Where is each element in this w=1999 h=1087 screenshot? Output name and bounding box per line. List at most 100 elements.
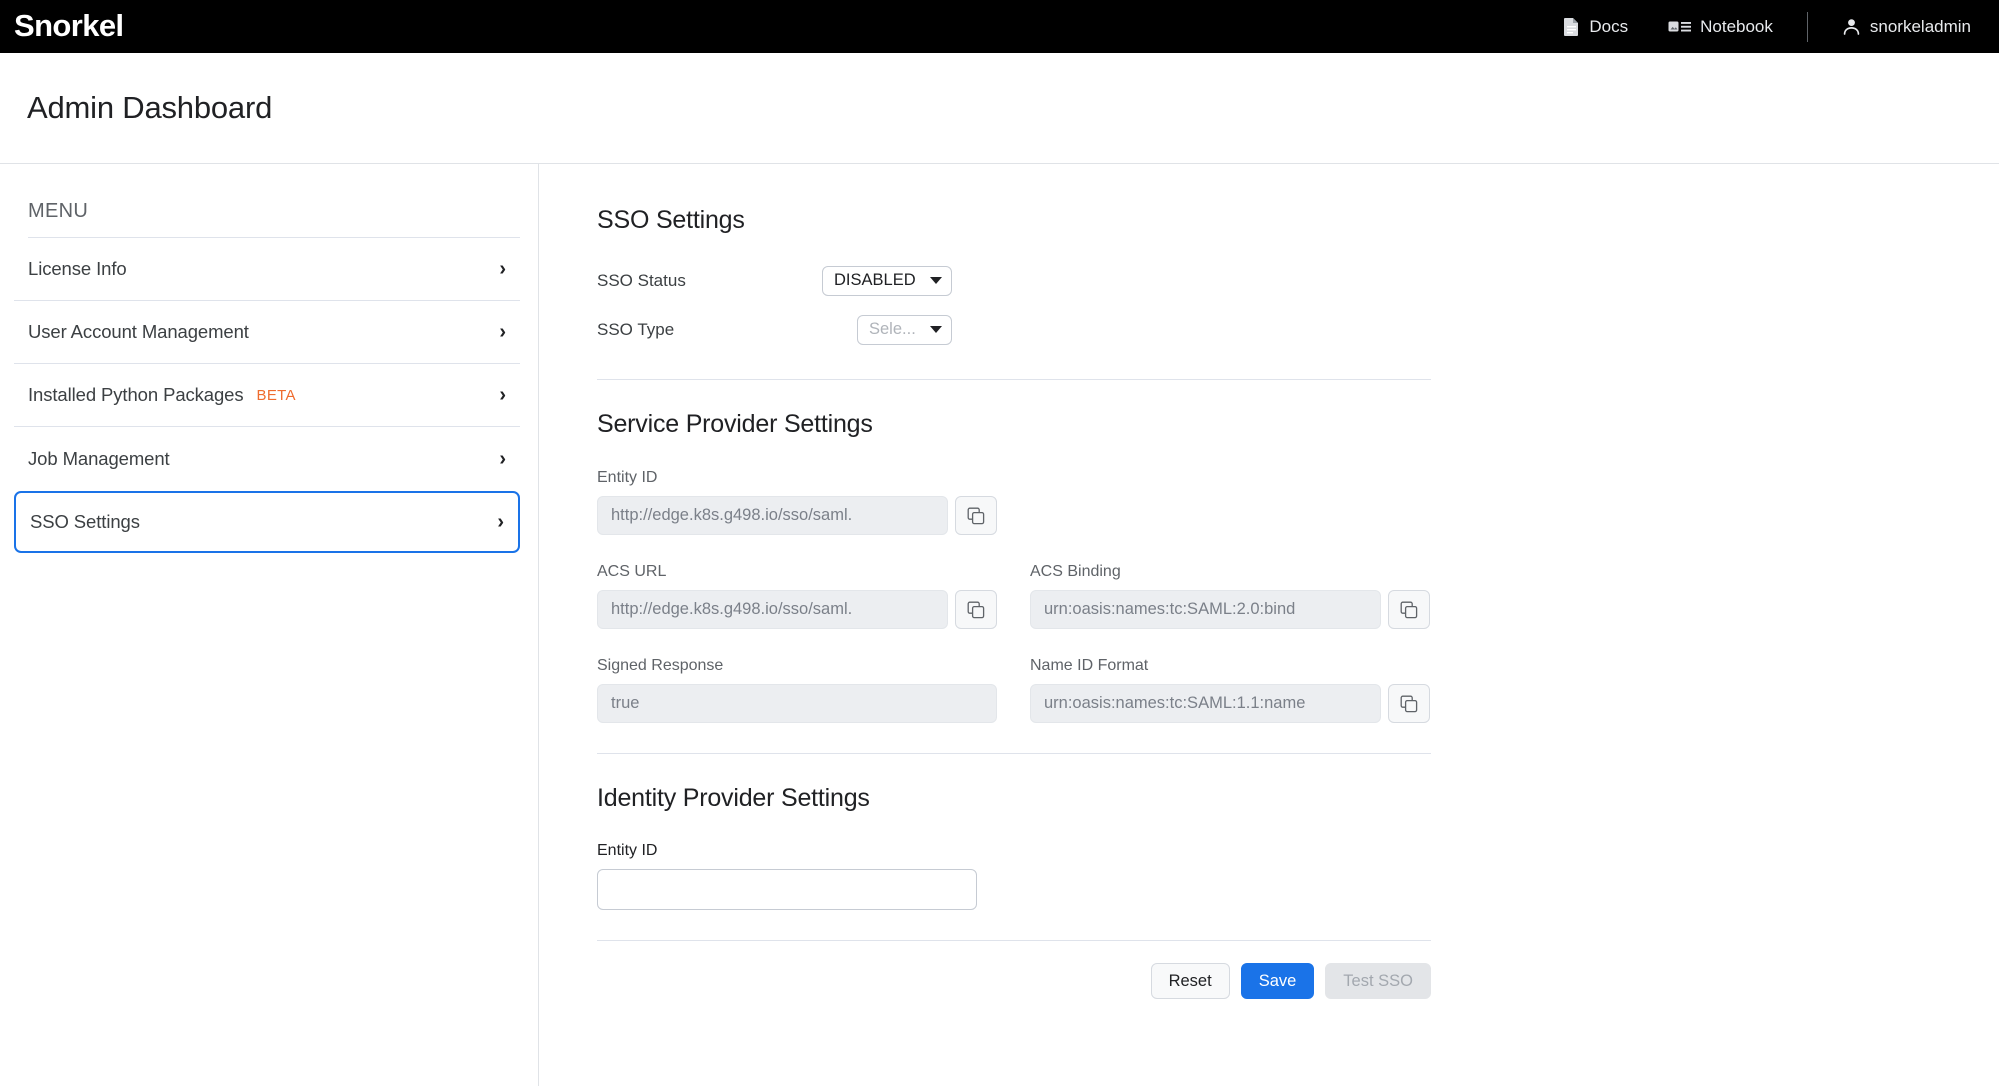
sp-acs-row: ACS URL http://edge.k8s.g498.io/sso/saml… xyxy=(597,563,1431,629)
nav-item-notebook[interactable]: Notebook xyxy=(1648,17,1793,37)
chevron-right-icon: › xyxy=(499,447,506,470)
settings-column: SSO Settings SSO Status DISABLED SSO Typ… xyxy=(597,206,1431,999)
section-divider-1 xyxy=(597,379,1431,380)
reset-button[interactable]: Reset xyxy=(1150,963,1230,999)
sp-signed-response-field: Signed Response true xyxy=(597,657,997,723)
sidebar-item-label: License Info xyxy=(28,258,127,279)
service-provider-settings-heading: Service Provider Settings xyxy=(597,410,873,438)
sp-acs-binding-field: ACS Binding urn:oasis:names:tc:SAML:2.0:… xyxy=(1030,563,1430,629)
beta-badge: BETA xyxy=(256,386,296,404)
sp-name-id-format-input[interactable]: urn:oasis:names:tc:SAML:1.1:name xyxy=(1030,684,1381,723)
nav-item-docs[interactable]: Docs xyxy=(1543,17,1648,37)
sso-status-label: SSO Status xyxy=(597,270,686,290)
sp-entity-id-label: Entity ID xyxy=(597,469,658,486)
save-button[interactable]: Save xyxy=(1240,963,1315,999)
idp-entity-id-label: Entity ID xyxy=(597,842,658,859)
sp-acs-url-input[interactable]: http://edge.k8s.g498.io/sso/saml. xyxy=(597,590,948,629)
logo-text: Snorke xyxy=(14,8,116,43)
sidebar-menu-heading: MENU xyxy=(28,200,89,222)
chevron-right-icon: › xyxy=(499,321,506,343)
idp-entity-id-input[interactable] xyxy=(597,869,977,910)
sp-acs-binding-value: urn:oasis:names:tc:SAML:2.0:bind xyxy=(1044,600,1296,618)
main-content: SSO Settings SSO Status DISABLED SSO Typ… xyxy=(539,164,1999,1086)
sso-status-value: DISABLED xyxy=(834,271,916,289)
sso-type-value: Sele... xyxy=(869,320,916,338)
sp-acs-url-value: http://edge.k8s.g498.io/sso/saml. xyxy=(611,600,853,618)
sidebar-item-user-account-management[interactable]: User Account Management › xyxy=(14,301,520,364)
top-navigation-bar: Snorkel Docs Notebook snorkeladmin xyxy=(0,0,1999,53)
page-title: Admin Dashboard xyxy=(27,90,273,125)
nav-label-username: snorkeladmin xyxy=(1869,16,1971,36)
chevron-right-icon: › xyxy=(499,258,506,280)
sp-acs-binding-label: ACS Binding xyxy=(1030,563,1121,580)
sp-name-id-format-input-wrap: urn:oasis:names:tc:SAML:1.1:name xyxy=(1030,684,1430,723)
copy-icon-button-entity-id[interactable] xyxy=(955,496,997,535)
sso-status-select[interactable]: DISABLED xyxy=(822,265,952,296)
copy-icon-button-name-id-format[interactable] xyxy=(1388,684,1430,723)
sp-acs-binding-input[interactable]: urn:oasis:names:tc:SAML:2.0:bind xyxy=(1030,590,1381,629)
top-nav-right-group: Docs Notebook snorkeladmin xyxy=(1543,0,1971,53)
sso-type-select[interactable]: Sele... xyxy=(857,314,952,345)
sso-settings-heading: SSO Settings xyxy=(597,206,745,234)
sp-name-id-format-label: Name ID Format xyxy=(1030,657,1149,674)
sp-entity-id-row: Entity ID http://edge.k8s.g498.io/sso/sa… xyxy=(597,469,1431,535)
idp-entity-id-field: Entity ID xyxy=(597,842,997,910)
identity-provider-fields: Entity ID xyxy=(597,842,1431,910)
nav-label-docs: Docs xyxy=(1589,16,1629,36)
sidebar-item-label: User Account Management xyxy=(28,321,249,342)
sidebar-item-label: Installed Python Packages xyxy=(28,384,244,405)
sp-signed-response-label: Signed Response xyxy=(597,657,724,674)
sp-acs-binding-input-wrap: urn:oasis:names:tc:SAML:2.0:bind xyxy=(1030,590,1430,629)
snorkel-logo[interactable]: Snorkel xyxy=(14,8,124,43)
sp-signed-response-value: true xyxy=(611,694,640,712)
sp-entity-id-spacer xyxy=(1030,469,1430,535)
sp-signed-row: Signed Response true Name ID Format urn:… xyxy=(597,657,1431,723)
sso-status-group: SSO Status DISABLED SSO Type Sele... xyxy=(597,261,1431,349)
logo-tail: l xyxy=(115,8,124,43)
sp-acs-url-field: ACS URL http://edge.k8s.g498.io/sso/saml… xyxy=(597,563,997,629)
sso-type-label: SSO Type xyxy=(597,319,675,339)
sp-entity-id-input[interactable]: http://edge.k8s.g498.io/sso/saml. xyxy=(597,496,948,535)
sso-type-row: SSO Type Sele... xyxy=(597,310,1431,349)
copy-icon xyxy=(1400,601,1418,619)
copy-icon-button-acs-binding[interactable] xyxy=(1388,590,1430,629)
notebook-icon xyxy=(1668,19,1692,35)
copy-icon xyxy=(967,601,985,619)
copy-icon-button-acs-url[interactable] xyxy=(955,590,997,629)
body-container: MENU License Info › User Account Managem… xyxy=(0,164,1999,1086)
sidebar: MENU License Info › User Account Managem… xyxy=(0,164,539,1086)
chevron-down-icon xyxy=(929,277,942,284)
sp-acs-url-label: ACS URL xyxy=(597,563,667,580)
test-sso-button: Test SSO xyxy=(1325,963,1431,999)
sp-entity-id-field: Entity ID http://edge.k8s.g498.io/sso/sa… xyxy=(597,469,997,535)
document-icon xyxy=(1563,17,1580,37)
nav-label-notebook: Notebook xyxy=(1700,16,1773,36)
sp-signed-response-input-wrap: true xyxy=(597,684,997,723)
chevron-down-icon xyxy=(929,326,942,333)
identity-provider-settings-heading: Identity Provider Settings xyxy=(597,784,870,812)
sp-signed-response-input[interactable]: true xyxy=(597,684,997,723)
sidebar-item-sso-settings[interactable]: SSO Settings › xyxy=(14,491,520,553)
nav-divider xyxy=(1806,11,1808,42)
sp-acs-url-input-wrap: http://edge.k8s.g498.io/sso/saml. xyxy=(597,590,997,629)
sidebar-item-job-management[interactable]: Job Management › xyxy=(14,427,520,490)
sidebar-item-label: Job Management xyxy=(28,447,170,469)
section-divider-2 xyxy=(597,753,1431,754)
person-icon xyxy=(1842,17,1861,36)
page-header: Admin Dashboard xyxy=(0,53,1999,164)
sp-name-id-format-value: urn:oasis:names:tc:SAML:1.1:name xyxy=(1044,694,1306,712)
service-provider-fields: Entity ID http://edge.k8s.g498.io/sso/sa… xyxy=(597,469,1431,723)
copy-icon xyxy=(1400,695,1418,713)
sidebar-item-installed-python-packages[interactable]: Installed Python Packages BETA › xyxy=(14,364,520,427)
form-actions: Reset Save Test SSO xyxy=(597,941,1431,999)
sidebar-item-label: SSO Settings xyxy=(30,511,140,532)
copy-icon xyxy=(967,507,985,525)
chevron-right-icon: › xyxy=(499,384,506,406)
sp-entity-id-input-wrap: http://edge.k8s.g498.io/sso/saml. xyxy=(597,496,997,535)
chevron-right-icon: › xyxy=(497,511,504,533)
sidebar-item-license-info[interactable]: License Info › xyxy=(14,238,520,301)
nav-item-user-account[interactable]: snorkeladmin xyxy=(1822,17,1971,37)
sp-entity-id-value: http://edge.k8s.g498.io/sso/saml. xyxy=(611,506,853,524)
sso-status-row: SSO Status DISABLED xyxy=(597,261,1431,300)
sp-name-id-format-field: Name ID Format urn:oasis:names:tc:SAML:1… xyxy=(1030,657,1430,723)
